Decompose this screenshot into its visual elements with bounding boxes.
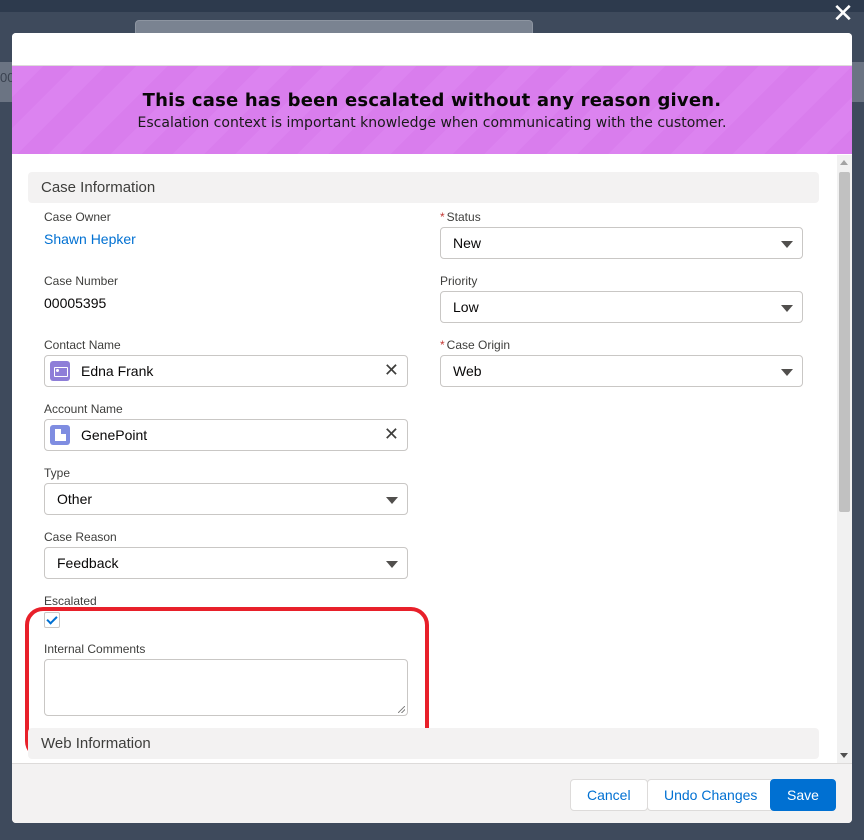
account-name-lookup[interactable]: GenePoint ✕ — [44, 419, 408, 451]
case-number-value: 00005395 — [44, 295, 107, 311]
section-web-information[interactable]: Web Information — [28, 728, 819, 759]
status-label: * Status — [440, 210, 481, 224]
modal-header — [12, 33, 852, 66]
case-origin-label: * Case Origin — [440, 338, 511, 352]
status-select[interactable]: New — [440, 227, 803, 259]
background-panel-right — [852, 62, 864, 102]
scroll-thumb[interactable] — [839, 172, 850, 512]
case-reason-value: Feedback — [57, 555, 119, 571]
modal-footer: Cancel Undo Changes Save — [12, 763, 852, 823]
contact-name-lookup[interactable]: Edna Frank ✕ — [44, 355, 408, 387]
chevron-down-icon — [781, 305, 793, 312]
case-reason-label: Case Reason — [44, 530, 117, 544]
escalation-banner: This case has been escalated without any… — [12, 66, 852, 154]
edit-case-modal: This case has been escalated without any… — [12, 33, 852, 823]
clear-account-icon[interactable]: ✕ — [384, 424, 399, 445]
modal-body: Case Information Case Owner Shawn Hepker… — [12, 155, 852, 763]
app-header-bar — [0, 0, 864, 12]
case-origin-select[interactable]: Web — [440, 355, 803, 387]
contact-name-label: Contact Name — [44, 338, 121, 352]
contact-name-value: Edna Frank — [81, 363, 154, 379]
case-owner-label: Case Owner — [44, 210, 111, 224]
scroll-up-arrow-icon[interactable] — [840, 160, 848, 165]
chevron-down-icon — [386, 561, 398, 568]
cancel-button[interactable]: Cancel — [570, 779, 648, 811]
case-reason-select[interactable]: Feedback — [44, 547, 408, 579]
save-button[interactable]: Save — [770, 779, 836, 811]
escalated-label: Escalated — [44, 594, 97, 608]
case-number-label: Case Number — [44, 274, 119, 288]
internal-comments-textarea[interactable] — [44, 659, 408, 716]
internal-comments-label: Internal Comments — [44, 642, 146, 656]
undo-changes-button[interactable]: Undo Changes — [647, 779, 775, 811]
scroll-down-arrow-icon[interactable] — [840, 753, 848, 758]
account-name-value: GenePoint — [81, 427, 148, 443]
status-value: New — [453, 235, 482, 251]
case-owner-link[interactable]: Shawn Hepker — [44, 231, 136, 247]
close-icon[interactable]: ✕ — [832, 1, 854, 27]
section-title: Web Information — [41, 735, 151, 752]
case-origin-value: Web — [453, 363, 482, 379]
chevron-down-icon — [386, 497, 398, 504]
priority-label: Priority — [440, 274, 478, 288]
contact-icon — [50, 361, 70, 381]
escalated-checkbox[interactable] — [44, 612, 60, 628]
type-label: Type — [44, 466, 71, 480]
banner-title: This case has been escalated without any… — [142, 90, 722, 111]
section-title: Case Information — [41, 179, 156, 196]
required-marker: * — [440, 338, 445, 352]
section-case-information[interactable]: Case Information — [28, 172, 819, 203]
banner-subtitle: Escalation context is important knowledg… — [137, 115, 727, 131]
priority-select[interactable]: Low — [440, 291, 803, 323]
clear-contact-icon[interactable]: ✕ — [384, 360, 399, 381]
account-icon — [50, 425, 70, 445]
required-marker: * — [440, 210, 445, 224]
account-name-label: Account Name — [44, 402, 123, 416]
chevron-down-icon — [781, 241, 793, 248]
type-select[interactable]: Other — [44, 483, 408, 515]
priority-value: Low — [453, 299, 479, 315]
chevron-down-icon — [781, 369, 793, 376]
type-value: Other — [57, 491, 93, 507]
modal-scrollbar[interactable] — [837, 155, 852, 763]
